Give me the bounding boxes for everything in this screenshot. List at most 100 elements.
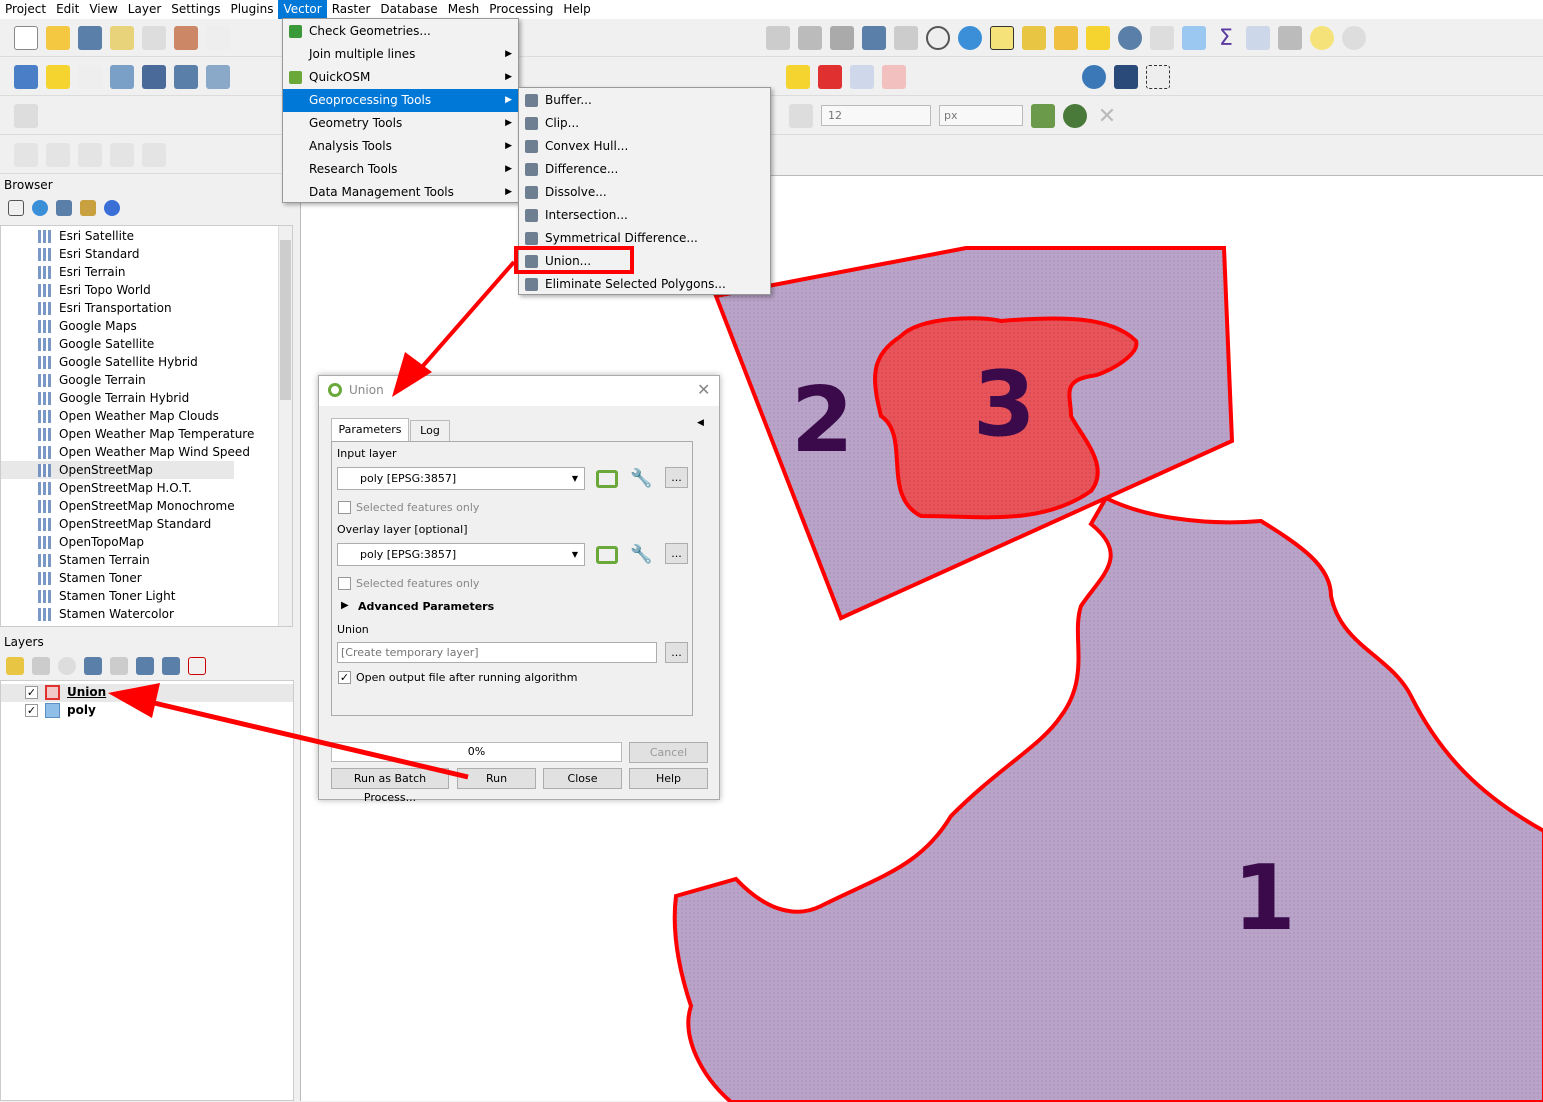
menu-help[interactable]: Help: [558, 0, 595, 19]
measure-icon[interactable]: [1278, 25, 1302, 50]
menu-item-join-multiple-lines[interactable]: Join multiple lines ▶: [283, 43, 518, 66]
attribute-table-icon[interactable]: [1150, 25, 1174, 50]
browser-item[interactable]: OpenStreetMap Monochrome: [1, 497, 292, 515]
output-more-button[interactable]: ...: [665, 642, 688, 663]
tab-log[interactable]: Log: [410, 420, 450, 442]
visibility-icon[interactable]: [58, 657, 76, 675]
collapse-all-icon[interactable]: [80, 200, 96, 216]
menu-layer[interactable]: Layer: [123, 0, 166, 19]
menu-view[interactable]: View: [84, 0, 122, 19]
new-temp-layer-icon[interactable]: [110, 64, 134, 89]
expand-triangle-icon[interactable]: ▶: [341, 600, 349, 611]
iterate-icon[interactable]: [596, 470, 618, 488]
statistics-sum-icon[interactable]: Σ: [1214, 26, 1238, 51]
python-console-icon[interactable]: [1082, 64, 1106, 89]
input-selected-only-checkbox[interactable]: [338, 501, 351, 514]
cancel-button[interactable]: Cancel: [629, 742, 708, 763]
menu-edit[interactable]: Edit: [51, 0, 84, 19]
menu-item-geoprocessing-tools[interactable]: Geoprocessing Tools ▶: [283, 89, 518, 112]
browser-item[interactable]: OpenStreetMap: [1, 461, 234, 479]
pan-icon[interactable]: [206, 25, 230, 50]
browser-item[interactable]: Esri Satellite: [1, 227, 292, 245]
filter-icon[interactable]: [56, 200, 72, 216]
browser-item[interactable]: Google Satellite: [1, 335, 292, 353]
label-toolbar-icon[interactable]: [786, 64, 810, 89]
browser-item[interactable]: OpenStreetMap H.O.T.: [1, 479, 292, 497]
browser-scrollbar[interactable]: [278, 226, 292, 626]
zoom-layer-icon[interactable]: [798, 25, 822, 50]
layer-item-union[interactable]: ✓ Union: [1, 684, 293, 702]
help-icon[interactable]: [1114, 64, 1138, 89]
layer-item-poly[interactable]: ✓ poly: [1, 702, 293, 720]
menu-settings[interactable]: Settings: [166, 0, 225, 19]
menu-project[interactable]: Project: [0, 0, 51, 19]
output-input[interactable]: [337, 642, 657, 663]
new-bookmark-icon[interactable]: [862, 25, 886, 50]
browser-item[interactable]: Open Weather Map Clouds: [1, 407, 292, 425]
style-manager-icon[interactable]: [174, 25, 198, 50]
locator-icon[interactable]: [1342, 25, 1366, 50]
menu-item-convex-hull[interactable]: Convex Hull...: [519, 135, 770, 158]
identify-icon[interactable]: [1118, 25, 1142, 50]
browser-item[interactable]: Stamen Terrain: [1, 551, 292, 569]
browser-item[interactable]: Stamen Toner Light: [1, 587, 292, 605]
browser-item[interactable]: Google Terrain Hybrid: [1, 389, 292, 407]
snapping-icon[interactable]: [1031, 103, 1055, 128]
data-source-manager-icon[interactable]: [14, 64, 38, 89]
show-bookmarks-icon[interactable]: [894, 25, 918, 50]
remove-layer-icon[interactable]: [188, 657, 206, 675]
close-button[interactable]: Close: [543, 768, 622, 789]
menu-item-dissolve[interactable]: Dissolve...: [519, 181, 770, 204]
run-button[interactable]: Run: [457, 768, 536, 789]
overlay-more-button[interactable]: ...: [665, 543, 688, 564]
overlay-selected-only-checkbox[interactable]: [338, 577, 351, 590]
menu-item-eliminate-selected-polygons[interactable]: Eliminate Selected Polygons...: [519, 273, 770, 296]
iterate-icon[interactable]: [596, 546, 618, 564]
filter-expression-icon[interactable]: [110, 657, 128, 675]
advanced-parameters-toggle[interactable]: Advanced Parameters: [358, 600, 494, 613]
menu-mesh[interactable]: Mesh: [443, 0, 485, 19]
layer-visibility-checkbox[interactable]: ✓: [25, 686, 38, 699]
menu-database[interactable]: Database: [375, 0, 442, 19]
shape-digitize-icon[interactable]: [14, 142, 38, 167]
input-more-button[interactable]: ...: [665, 467, 688, 488]
menu-item-buffer[interactable]: Buffer...: [519, 89, 770, 112]
zoom-selection-icon[interactable]: [830, 25, 854, 50]
add-selected-icon[interactable]: [8, 200, 24, 216]
georeferencer-icon[interactable]: [1146, 64, 1170, 89]
map-tips-icon[interactable]: [1310, 25, 1334, 50]
ellipse-icon[interactable]: [78, 142, 102, 167]
browser-item[interactable]: Google Terrain: [1, 371, 292, 389]
help-button[interactable]: Help: [629, 768, 708, 789]
browser-item[interactable]: OpenTopoMap: [1, 533, 292, 551]
diagram-icon[interactable]: [818, 64, 842, 89]
filter-legend-icon[interactable]: [84, 657, 102, 675]
menu-item-quickosm[interactable]: QuickOSM ▶: [283, 66, 518, 89]
new-shapefile-icon[interactable]: [78, 64, 102, 89]
overlay-layer-combo[interactable]: poly [EPSG:3857] ▼: [337, 543, 585, 566]
temporal-controller-icon[interactable]: [926, 25, 950, 50]
menu-item-geometry-tools[interactable]: Geometry Tools ▶: [283, 112, 518, 135]
digitize-tools-icon[interactable]: [14, 103, 38, 128]
self-snapping-icon[interactable]: ✕: [1095, 104, 1119, 129]
digitize-icon[interactable]: [206, 64, 230, 89]
zoom-full-icon[interactable]: [766, 25, 790, 50]
browser-item[interactable]: Esri Terrain: [1, 263, 292, 281]
open-project-icon[interactable]: [46, 25, 70, 50]
wrench-icon[interactable]: 🔧: [630, 544, 652, 565]
menu-item-data-management-tools[interactable]: Data Management Tools ▶: [283, 181, 518, 204]
save-project-icon[interactable]: [78, 25, 102, 50]
new-virtual-layer-icon[interactable]: [142, 64, 166, 89]
collapse-all-icon[interactable]: [162, 657, 180, 675]
run-batch-button[interactable]: Run as Batch Process...: [331, 768, 449, 804]
menu-vector[interactable]: Vector: [278, 0, 327, 19]
browser-item[interactable]: Stamen Toner: [1, 569, 292, 587]
add-group-icon[interactable]: [32, 657, 50, 675]
menu-item-intersection[interactable]: Intersection...: [519, 204, 770, 227]
open-table-icon[interactable]: [1246, 25, 1270, 50]
browser-item[interactable]: OpenStreetMap Standard: [1, 515, 292, 533]
menu-raster[interactable]: Raster: [327, 0, 376, 19]
properties-icon[interactable]: [104, 200, 120, 216]
wrench-icon[interactable]: 🔧: [630, 468, 652, 489]
refresh-icon[interactable]: [32, 200, 48, 216]
